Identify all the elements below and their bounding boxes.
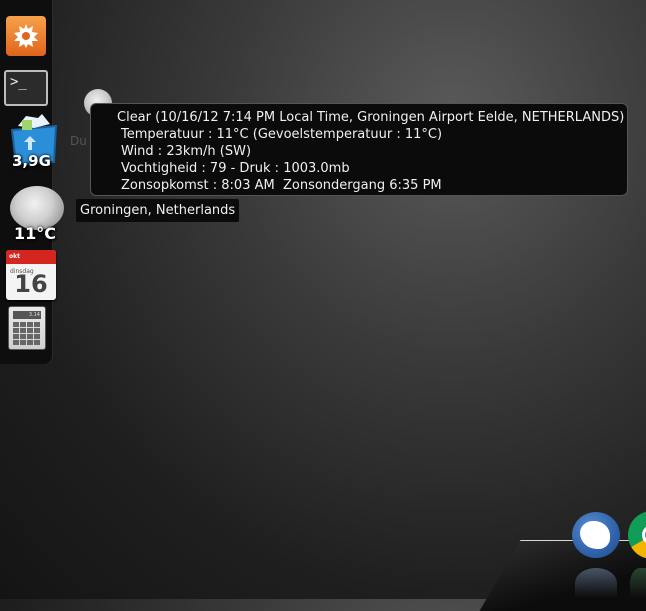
calculator-keys [13,322,40,345]
dock-shelf [479,540,646,611]
gear-star-glyph [14,24,38,48]
wind-line: Wind : 23km/h (SW) [121,144,252,159]
calendar-icon[interactable]: okt dinsdag 16 [6,250,56,300]
humidity-pressure-line: Vochtigheid : 79 - Druk : 1003.0mb [121,161,350,176]
temperature-badge: 11°C [14,224,57,243]
hidden-label-fragment: Du [70,134,87,148]
weather-condition-line: Clear (10/16/12 7:14 PM Local Time, Gron… [117,110,625,125]
calendar-month: okt [6,250,56,264]
temperature-line: Temperatuur : 11°C (Gevoelstemperatuur :… [121,127,443,142]
weather-details-tooltip: Clear (10/16/12 7:14 PM Local Time, Gron… [90,103,628,196]
chrome-reflection [630,568,646,598]
pidgin-reflection [575,568,617,598]
calculator-icon[interactable]: 3.14 [8,306,46,350]
calendar-date: 16 [14,270,48,298]
terminal-glyph: >_ [10,74,27,90]
ubuntu-software-center-icon[interactable] [6,16,46,56]
terminal-icon[interactable]: >_ [4,70,48,106]
pidgin-icon[interactable] [572,512,620,558]
trash-size-badge: 3,9G [12,152,51,170]
location-tooltip: Groningen, Netherlands [76,199,240,222]
calculator-display: 3.14 [13,311,41,319]
sunrise-sunset-line: Zonsopkomst : 8:03 AM Zonsondergang 6:35… [121,178,442,193]
pidgin-face-glyph [580,521,610,549]
